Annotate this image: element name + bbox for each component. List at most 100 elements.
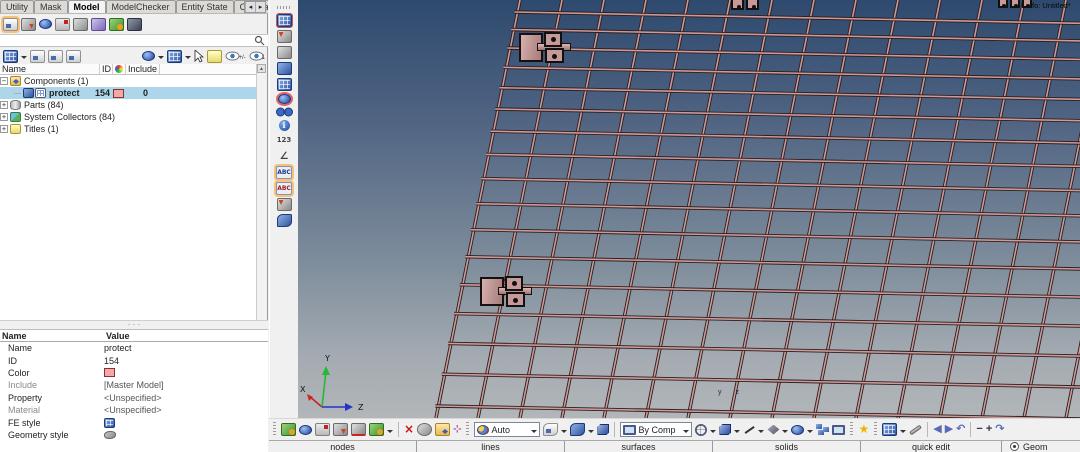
dark-cluster-icon[interactable] [127,18,142,31]
card-view-icon[interactable] [3,18,18,31]
dropdown-arrow-icon[interactable] [758,430,764,436]
menu-lines[interactable]: lines [417,441,565,452]
view-mode-combo[interactable]: Auto [474,422,540,437]
dropdown-arrow-icon[interactable] [387,430,393,436]
display-wireframe-elements-icon[interactable] [277,14,292,27]
tab-scroll-control[interactable]: ◂ ▸ [244,1,266,13]
dropdown-arrow-icon[interactable] [158,56,164,62]
toolbar-drag-handle[interactable] [273,422,276,437]
measure-icon[interactable] [369,423,384,436]
display-mesh-lines-icon[interactable] [277,78,292,91]
find-icon[interactable] [435,423,450,436]
menu-geom[interactable]: Geom [1002,441,1080,452]
share-entities-icon[interactable] [21,18,36,31]
tree-row-parts[interactable]: + Parts (84) [0,99,256,111]
element-handles-icon[interactable] [277,198,292,211]
expander-icon[interactable]: + [0,125,8,133]
solid-sphere-icon[interactable] [299,425,312,435]
wireframe-sphere-icon[interactable] [695,424,707,436]
menu-surfaces[interactable]: surfaces [565,441,713,452]
tab-model[interactable]: Model [68,0,106,13]
expander-icon[interactable]: + [0,113,8,121]
panels-icon[interactable] [882,423,897,436]
dropdown-arrow-icon[interactable] [561,430,567,436]
dropdown-arrow-icon[interactable] [900,430,906,436]
green-spheres-icon[interactable] [109,18,124,31]
tab-modelchecker[interactable]: ModelChecker [106,0,176,13]
zoom-out-icon[interactable]: − [976,423,982,436]
display-gray-elements-icon[interactable] [277,46,292,59]
dropdown-arrow-icon[interactable] [807,430,813,436]
expander-icon[interactable]: − [0,77,8,85]
labels-abc-red-icon[interactable]: ABC [276,182,292,195]
tab-entity-state[interactable]: Entity State [176,0,234,13]
angle-measure-icon[interactable]: ∠ [280,150,289,163]
color-by-combo[interactable]: By Comp [620,422,692,437]
dropdown-arrow-icon[interactable] [710,430,716,436]
facet-icon[interactable] [767,425,779,435]
display-shaded-plate-icon[interactable] [277,62,292,75]
graphics-viewport[interactable]: X Y Z y z fo: Untitled* [298,0,1080,418]
labels-abc-icon[interactable]: ABC [276,166,292,179]
tree-scrollbar[interactable]: ▲ ▼ [256,64,266,332]
display-shaded-elements-icon[interactable] [277,30,292,43]
geom-radio-button[interactable] [1010,442,1019,451]
color-value-swatch[interactable] [104,368,115,377]
favorites-star-icon[interactable]: ★ [858,423,869,436]
purple-cluster-icon[interactable] [91,18,106,31]
eye-plusminus-icon[interactable]: +/- [225,51,245,61]
export-icon[interactable] [333,423,348,436]
menu-nodes[interactable]: nodes [269,441,417,452]
entity-ball-dropdown-icon[interactable] [142,51,155,61]
view-forward-icon[interactable]: ▶ [945,423,953,436]
menu-quick-edit[interactable]: quick edit [861,441,1002,452]
isolate-card-icon[interactable] [66,50,81,63]
import-icon[interactable] [351,423,366,436]
building-import-icon[interactable] [55,18,70,31]
organize-icon[interactable] [417,423,432,436]
solid-style-icon[interactable] [597,424,609,435]
plate-dropdown-icon[interactable] [167,50,182,63]
display-transparent-icon[interactable] [278,94,291,104]
highlight-note-icon[interactable] [207,50,222,63]
search-input[interactable] [0,35,254,46]
clip-component[interactable] [518,27,578,69]
dropdown-arrow-icon[interactable] [185,56,191,62]
tab-utility[interactable]: Utility [0,0,34,13]
menu-solids[interactable]: solids [713,441,861,452]
tree-row-components[interactable]: − Components (1) [0,75,256,87]
info-icon[interactable]: i [279,120,290,131]
tab-scroll-left-icon[interactable]: ◂ [245,2,255,12]
element-cube-icon[interactable] [719,424,731,435]
column-header-include[interactable]: Include [126,64,160,74]
gray-stack-icon[interactable] [73,18,88,31]
blue-entity-icon[interactable] [791,425,804,435]
fe-style-icon[interactable] [104,418,115,428]
monitor-icon[interactable] [832,425,845,435]
multi-cubes-icon[interactable] [816,424,829,435]
tree-column-headers[interactable]: Name ID Include [0,64,256,75]
component-color-swatch[interactable] [113,89,124,98]
distance-icon[interactable]: ⊹ [453,423,461,436]
wrench-icon[interactable] [909,424,922,435]
clip-component[interactable] [479,271,539,313]
toolbar-drag-handle[interactable] [277,6,291,9]
expander-icon[interactable]: + [0,101,8,109]
geometry-shapes-icon[interactable] [281,423,296,436]
eye-one-icon[interactable]: 1 [249,51,265,61]
numbers-icon[interactable]: 123 [277,134,292,147]
dropdown-arrow-icon[interactable] [734,430,740,436]
undo-view-icon[interactable]: ↶ [956,423,965,436]
surface-shade-icon[interactable] [277,214,292,227]
redo-view-icon[interactable]: ↷ [995,423,1004,436]
delete-icon[interactable]: × [404,423,414,436]
column-header-color[interactable] [113,64,126,74]
binoculars-icon[interactable] [276,107,293,117]
tree-row-system-collectors[interactable]: + System Collectors (84) [0,111,256,123]
tab-mask[interactable]: Mask [34,0,68,13]
dropdown-arrow-icon[interactable] [782,430,788,436]
tree-row-titles[interactable]: + Titles (1) [0,123,256,135]
shaded-style-icon[interactable] [570,423,585,436]
wireframe-style-icon[interactable] [543,423,558,436]
building-icon[interactable] [315,423,330,436]
